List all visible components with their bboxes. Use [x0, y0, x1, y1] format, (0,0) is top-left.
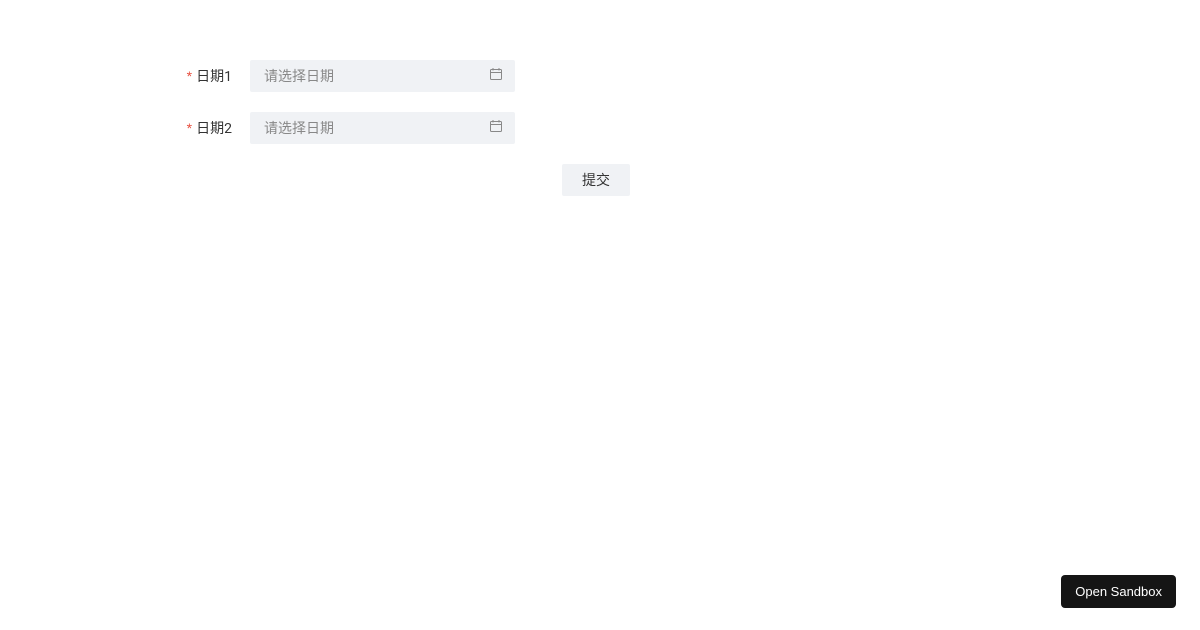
form-row-date2: *日期2 [150, 112, 1200, 144]
date-input-wrapper-1 [250, 60, 515, 92]
date-input-wrapper-2 [250, 112, 515, 144]
label-text-date2: 日期2 [196, 121, 232, 137]
form-row-date1: *日期1 [150, 60, 1200, 92]
required-mark: * [187, 68, 192, 84]
date-input-1[interactable] [250, 60, 515, 92]
open-sandbox-button[interactable]: Open Sandbox [1061, 575, 1176, 608]
button-row: 提交 [250, 164, 630, 196]
required-mark: * [187, 120, 192, 136]
form-container: *日期1 *日期2 [0, 0, 1200, 196]
label-date2: *日期2 [150, 118, 250, 138]
submit-button[interactable]: 提交 [562, 164, 630, 196]
label-date1: *日期1 [150, 66, 250, 86]
date-input-2[interactable] [250, 112, 515, 144]
label-text-date1: 日期1 [196, 69, 232, 85]
